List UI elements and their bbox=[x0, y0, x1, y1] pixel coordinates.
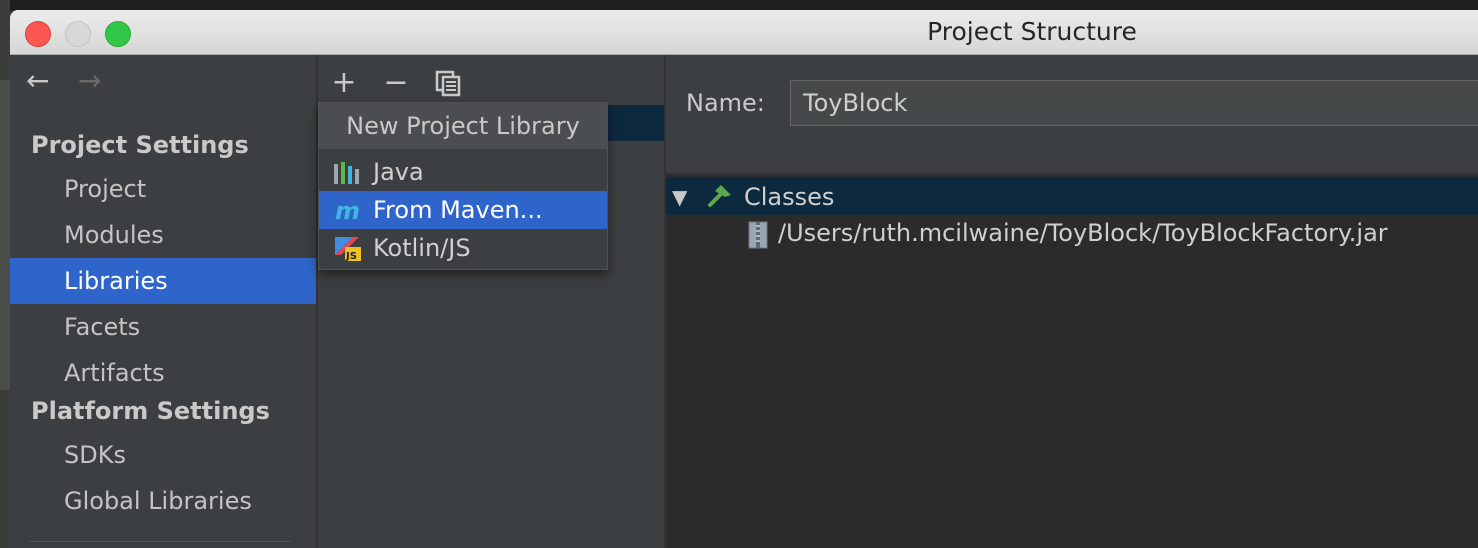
window-title: Project Structure bbox=[927, 17, 1137, 46]
section-header-platform-settings: Platform Settings bbox=[31, 397, 270, 425]
back-arrow-icon[interactable]: ← bbox=[26, 65, 49, 97]
expand-triangle-icon[interactable]: ▼ bbox=[672, 185, 687, 209]
sidebar-item-project[interactable]: Project bbox=[10, 166, 316, 212]
library-detail-panel: Name: ToyBlock ▼ Classes /Users/ruth.mci… bbox=[666, 55, 1478, 548]
sidebar-item-label: Project bbox=[64, 175, 147, 203]
name-label: Name: bbox=[686, 89, 765, 117]
tree-label-classes: Classes bbox=[744, 183, 835, 211]
popup-item-label: From Maven... bbox=[373, 196, 543, 224]
title-bar: Project Structure bbox=[10, 10, 1478, 55]
copy-icon bbox=[435, 70, 461, 97]
sidebar-item-label: Modules bbox=[64, 221, 164, 249]
popup-item-kotlin-js[interactable]: JS Kotlin/JS bbox=[319, 229, 607, 267]
hammer-icon bbox=[708, 185, 731, 207]
tree-row-classes[interactable]: ▼ Classes bbox=[666, 177, 1478, 215]
popup-item-from-maven[interactable]: m From Maven... bbox=[319, 191, 607, 229]
library-name-field[interactable]: ToyBlock bbox=[790, 80, 1478, 126]
svg-text:JS: JS bbox=[345, 251, 357, 262]
sidebar-divider bbox=[30, 541, 290, 542]
popup-item-java[interactable]: Java bbox=[319, 153, 607, 191]
maven-icon: m bbox=[335, 198, 360, 224]
jar-icon bbox=[748, 221, 768, 249]
popup-item-label: Kotlin/JS bbox=[373, 234, 471, 262]
background-window-edge bbox=[0, 80, 10, 390]
sidebar-item-global-libraries[interactable]: Global Libraries bbox=[10, 478, 316, 524]
sidebar-item-label: Global Libraries bbox=[64, 487, 252, 515]
project-structure-window: Project Structure ← → Project Settings P… bbox=[10, 10, 1478, 548]
sidebar-item-label: Facets bbox=[64, 313, 141, 341]
popup-item-label: Java bbox=[373, 158, 424, 186]
section-header-project-settings: Project Settings bbox=[31, 131, 249, 159]
svg-text:m: m bbox=[335, 198, 360, 224]
tree-item-jar-path[interactable]: /Users/ruth.mcilwaine/ToyBlock/ToyBlockF… bbox=[778, 219, 1388, 247]
sidebar-item-sdks[interactable]: SDKs bbox=[10, 432, 316, 478]
add-library-button[interactable]: + bbox=[326, 65, 362, 101]
java-library-icon bbox=[334, 162, 359, 184]
remove-library-button[interactable]: − bbox=[378, 65, 414, 101]
settings-sidebar: ← → Project Settings Project Modules Lib… bbox=[10, 55, 316, 548]
new-project-library-popup: New Project Library Java m From Maven...… bbox=[318, 102, 608, 270]
popup-title: New Project Library bbox=[319, 103, 607, 149]
sidebar-item-facets[interactable]: Facets bbox=[10, 304, 316, 350]
library-roots-tree: ▼ Classes /Users/ruth.mcilwaine/ToyBlock… bbox=[666, 175, 1478, 548]
sidebar-item-modules[interactable]: Modules bbox=[10, 212, 316, 258]
sidebar-item-label: Artifacts bbox=[64, 359, 165, 387]
sidebar-item-label: Libraries bbox=[64, 267, 168, 295]
sidebar-item-artifacts[interactable]: Artifacts bbox=[10, 350, 316, 396]
sidebar-item-label: SDKs bbox=[64, 441, 126, 469]
forward-arrow-icon[interactable]: → bbox=[78, 65, 101, 97]
sidebar-item-libraries[interactable]: Libraries bbox=[10, 258, 316, 304]
copy-library-button[interactable] bbox=[430, 65, 466, 101]
kotlin-js-icon: JS bbox=[335, 237, 361, 262]
desktop-background bbox=[0, 0, 1478, 10]
